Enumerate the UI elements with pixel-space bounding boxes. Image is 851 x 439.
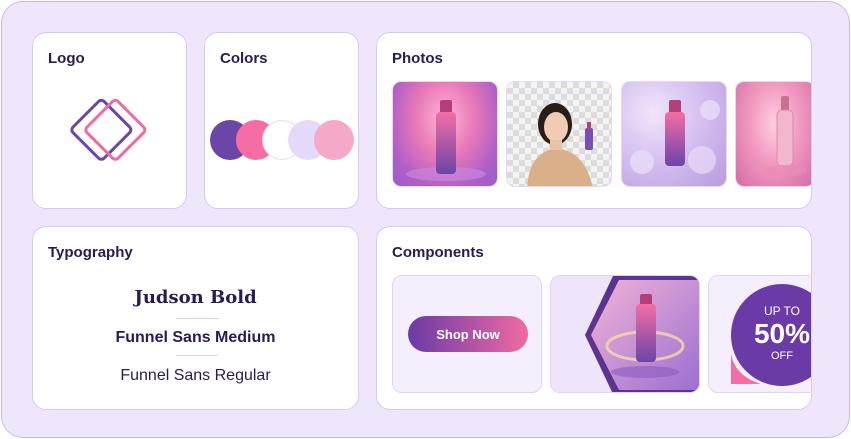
badge-corner-curl-icon	[731, 354, 761, 384]
discount-badge-upto: UP TO	[763, 304, 801, 318]
font-sample-funnel-regular: Funnel Sans Regular	[120, 367, 271, 384]
hexagon-product-image[interactable]	[551, 276, 700, 393]
hexagon-image-tile	[550, 275, 700, 393]
colors-card: Colors	[204, 32, 359, 209]
logo-card: Logo	[32, 32, 187, 209]
serum-bottle-icon	[406, 100, 486, 181]
shop-now-button[interactable]: Shop Now	[408, 316, 528, 352]
brand-board: Logo Colors Photos Typography Judson Bol…	[1, 1, 850, 438]
font-divider	[176, 355, 218, 356]
model-photo[interactable]	[506, 81, 612, 187]
logo-card-title: Logo	[48, 50, 85, 67]
components-card: Components Shop Now UP TO 50% OFF	[376, 226, 812, 410]
product-photo-2[interactable]	[621, 81, 727, 187]
typography-card: Typography Judson Bold Funnel Sans Mediu…	[32, 226, 359, 410]
model-figure-icon	[527, 103, 593, 186]
font-sample-judson-bold: Judson Bold	[134, 287, 257, 308]
serum-bottle-icon	[630, 100, 720, 174]
colors-card-title: Colors	[220, 50, 268, 67]
typography-card-title: Typography	[48, 244, 133, 261]
photos-card: Photos	[376, 32, 812, 209]
product-photo-1[interactable]	[392, 81, 498, 187]
components-card-title: Components	[392, 244, 484, 261]
font-sample-funnel-medium: Funnel Sans Medium	[115, 329, 276, 346]
color-swatch-light-pink[interactable]	[314, 120, 354, 160]
discount-badge-value: 50%	[753, 318, 811, 349]
photos-card-title: Photos	[392, 50, 443, 67]
button-component-tile: Shop Now	[392, 275, 542, 393]
product-photo-3[interactable]	[735, 81, 811, 187]
discount-badge-tile: UP TO 50% OFF	[708, 275, 811, 393]
serum-bottle-icon	[763, 96, 807, 175]
font-divider	[176, 318, 218, 319]
brand-logo-icon	[70, 98, 147, 161]
